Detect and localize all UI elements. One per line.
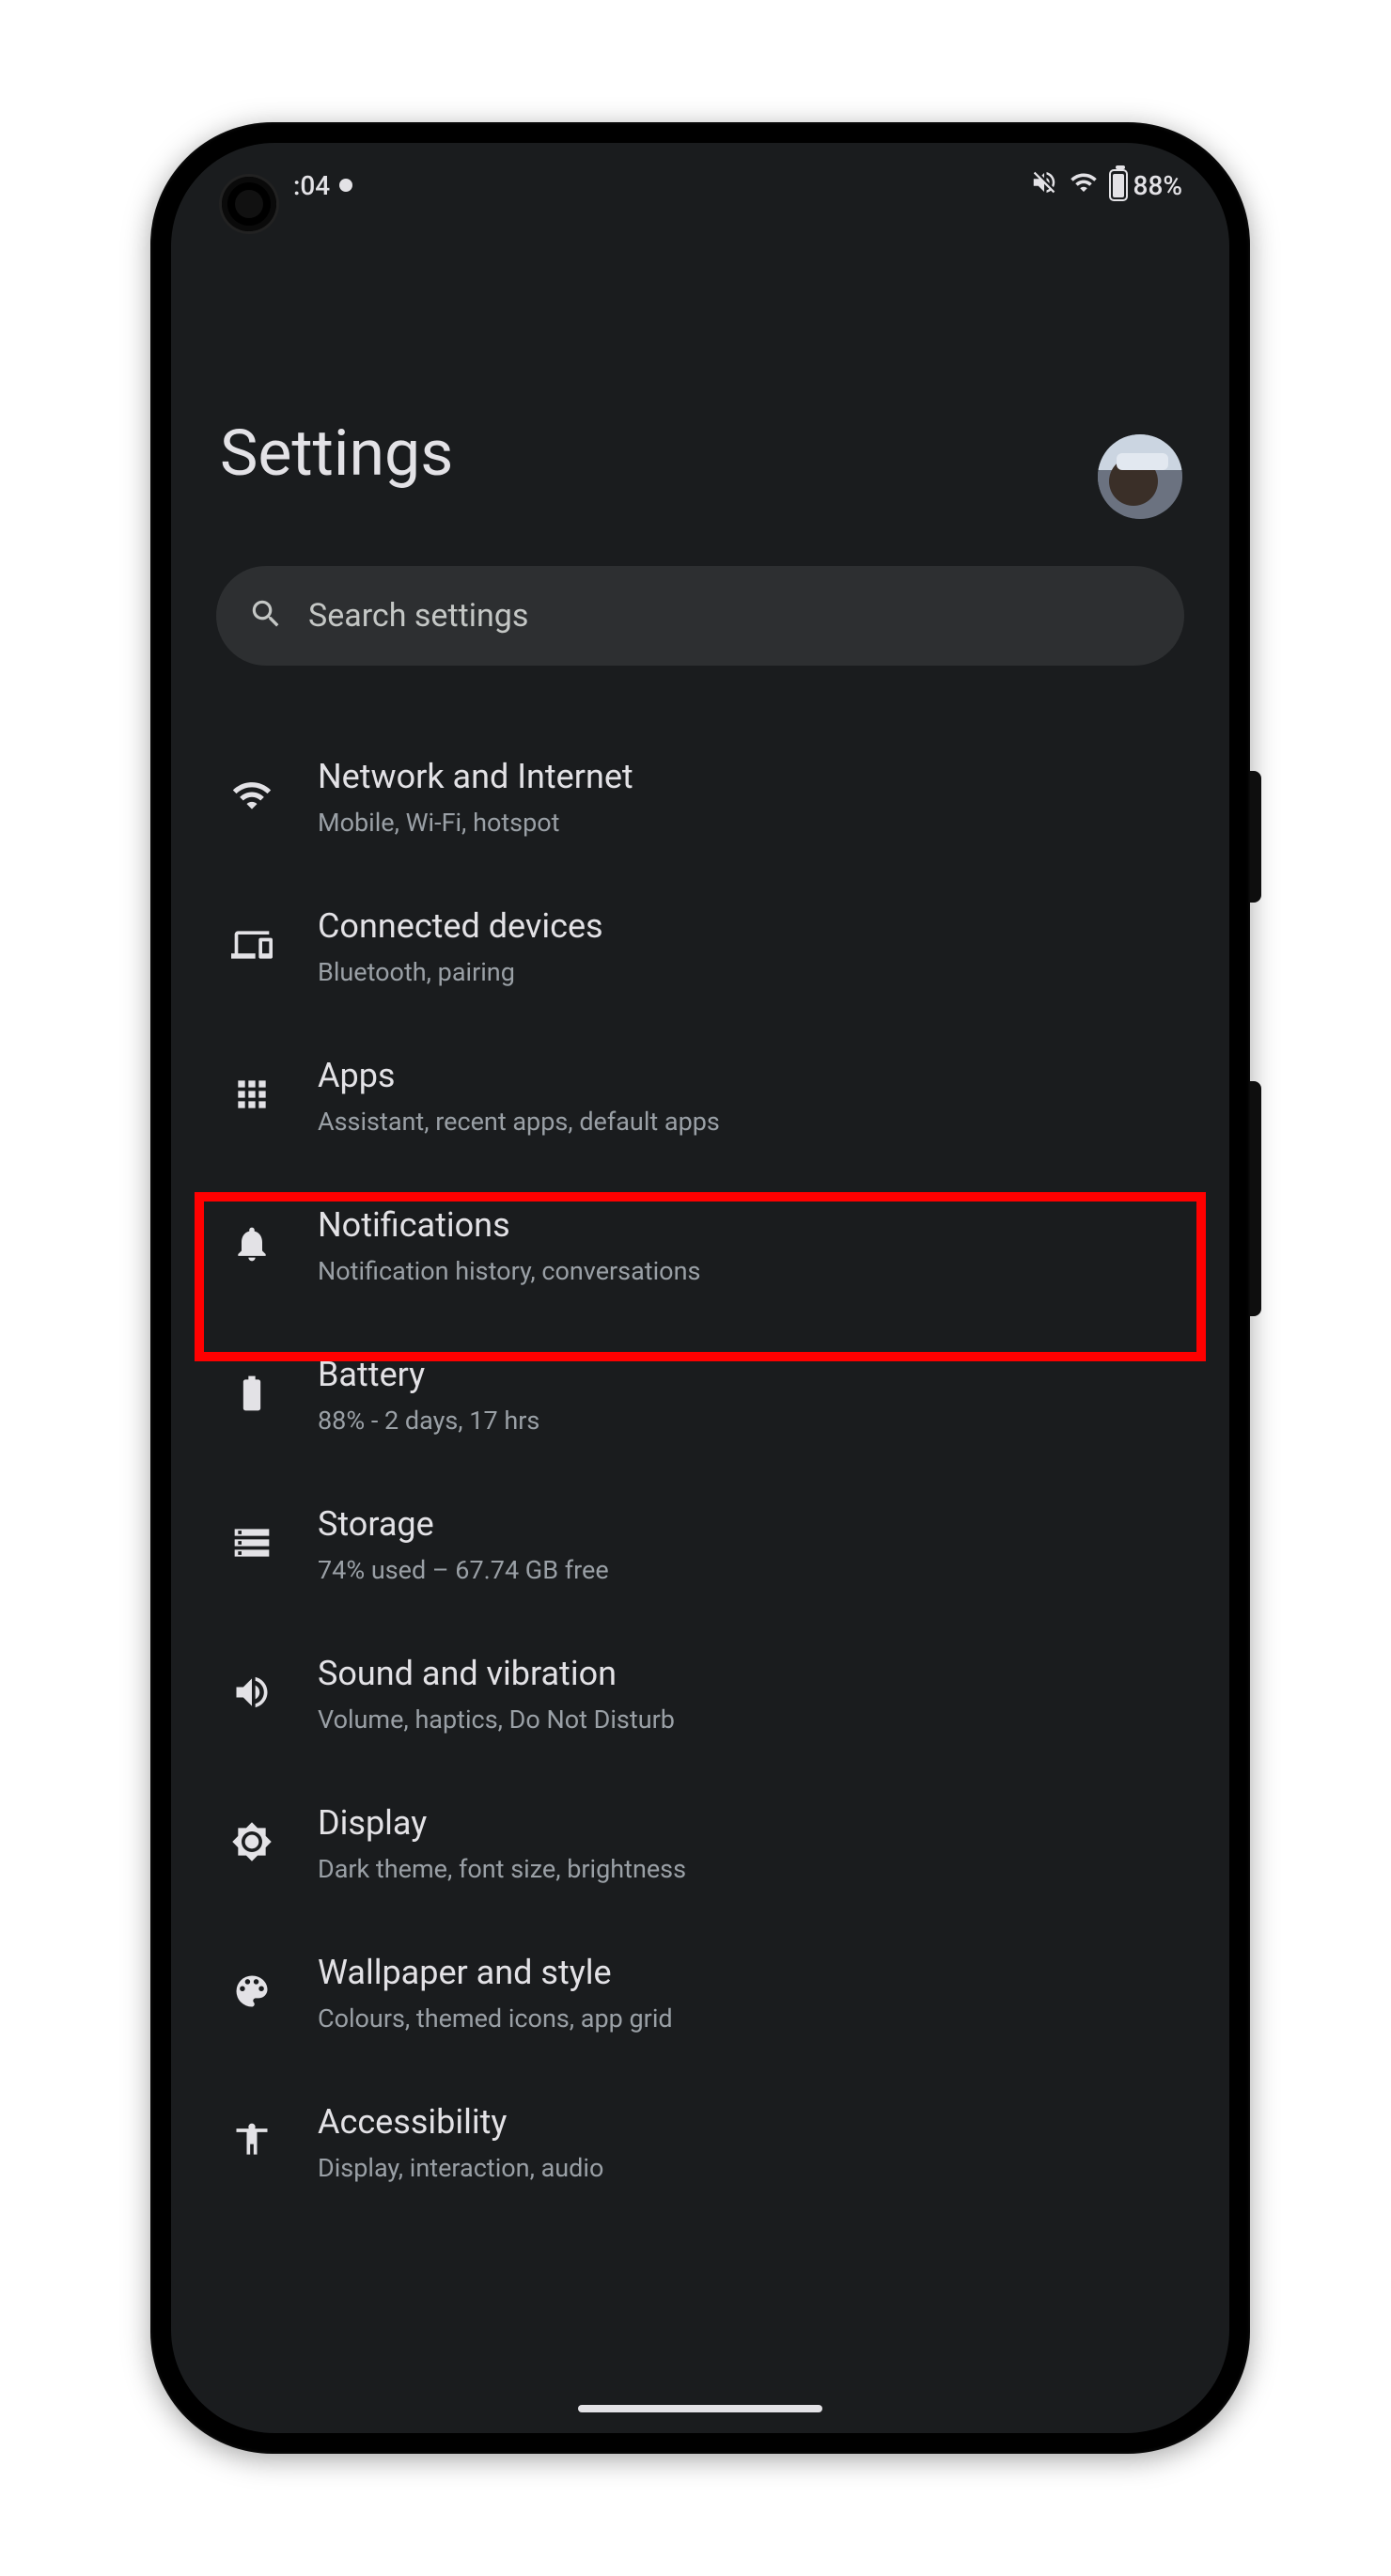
item-title: Display [318, 1800, 1184, 1846]
search-icon [248, 596, 284, 636]
volume-icon [231, 1672, 273, 1717]
item-subtitle: Dark theme, font size, brightness [318, 1852, 1184, 1886]
item-title: Wallpaper and style [318, 1950, 1184, 1996]
settings-item-accessibility[interactable]: Accessibility Display, interaction, audi… [171, 2067, 1229, 2217]
item-title: Connected devices [318, 903, 1184, 950]
status-time: :04 [293, 170, 330, 201]
item-title: Sound and vibration [318, 1651, 1184, 1697]
palette-icon [231, 1971, 273, 2016]
search-placeholder: Search settings [308, 597, 528, 635]
item-subtitle: 74% used – 67.74 GB free [318, 1553, 1184, 1587]
battery-icon [231, 1373, 273, 1418]
phone-frame: :04 88% [150, 122, 1250, 2454]
settings-item-wallpaper[interactable]: Wallpaper and style Colours, themed icon… [171, 1918, 1229, 2067]
item-subtitle: 88% - 2 days, 17 hrs [318, 1404, 1184, 1437]
settings-item-connected-devices[interactable]: Connected devices Bluetooth, pairing [171, 872, 1229, 1021]
item-subtitle: Bluetooth, pairing [318, 955, 1184, 989]
item-title: Accessibility [318, 2099, 1184, 2145]
item-title: Notifications [318, 1202, 1184, 1249]
settings-item-storage[interactable]: Storage 74% used – 67.74 GB free [171, 1469, 1229, 1619]
item-subtitle: Colours, themed icons, app grid [318, 2002, 1184, 2035]
item-subtitle: Mobile, Wi-Fi, hotspot [318, 806, 1184, 840]
search-settings-field[interactable]: Search settings [216, 566, 1184, 666]
bell-icon [231, 1223, 273, 1268]
page-title: Settings [171, 228, 1229, 491]
devices-icon [231, 924, 273, 969]
settings-item-network[interactable]: Network and Internet Mobile, Wi-Fi, hots… [171, 722, 1229, 872]
item-title: Apps [318, 1053, 1184, 1099]
camera-punch-hole [222, 177, 276, 231]
notification-dot-icon [339, 179, 352, 192]
status-bar: :04 88% [171, 143, 1229, 228]
storage-icon [231, 1522, 273, 1567]
settings-item-battery[interactable]: Battery 88% - 2 days, 17 hrs [171, 1320, 1229, 1469]
home-indicator[interactable] [578, 2405, 822, 2412]
apps-grid-icon [231, 1074, 273, 1119]
item-subtitle: Notification history, conversations [318, 1254, 1184, 1288]
item-title: Battery [318, 1352, 1184, 1398]
battery-percent: 88% [1133, 170, 1182, 201]
settings-list: Network and Internet Mobile, Wi-Fi, hots… [171, 722, 1229, 2217]
settings-item-sound[interactable]: Sound and vibration Volume, haptics, Do … [171, 1619, 1229, 1768]
profile-avatar[interactable] [1098, 434, 1182, 519]
brightness-icon [231, 1821, 273, 1866]
item-subtitle: Display, interaction, audio [318, 2151, 1184, 2185]
item-subtitle: Assistant, recent apps, default apps [318, 1105, 1184, 1139]
accessibility-icon [231, 2120, 273, 2165]
screen: :04 88% [171, 143, 1229, 2433]
mute-icon [1030, 168, 1058, 203]
wifi-icon [1070, 168, 1098, 203]
item-subtitle: Volume, haptics, Do Not Disturb [318, 1703, 1184, 1736]
settings-item-apps[interactable]: Apps Assistant, recent apps, default app… [171, 1021, 1229, 1170]
item-title: Storage [318, 1501, 1184, 1547]
settings-item-notifications[interactable]: Notifications Notification history, conv… [171, 1170, 1229, 1320]
item-title: Network and Internet [318, 754, 1184, 800]
battery-icon [1109, 169, 1128, 201]
settings-item-display[interactable]: Display Dark theme, font size, brightnes… [171, 1768, 1229, 1918]
wifi-icon [231, 775, 273, 820]
